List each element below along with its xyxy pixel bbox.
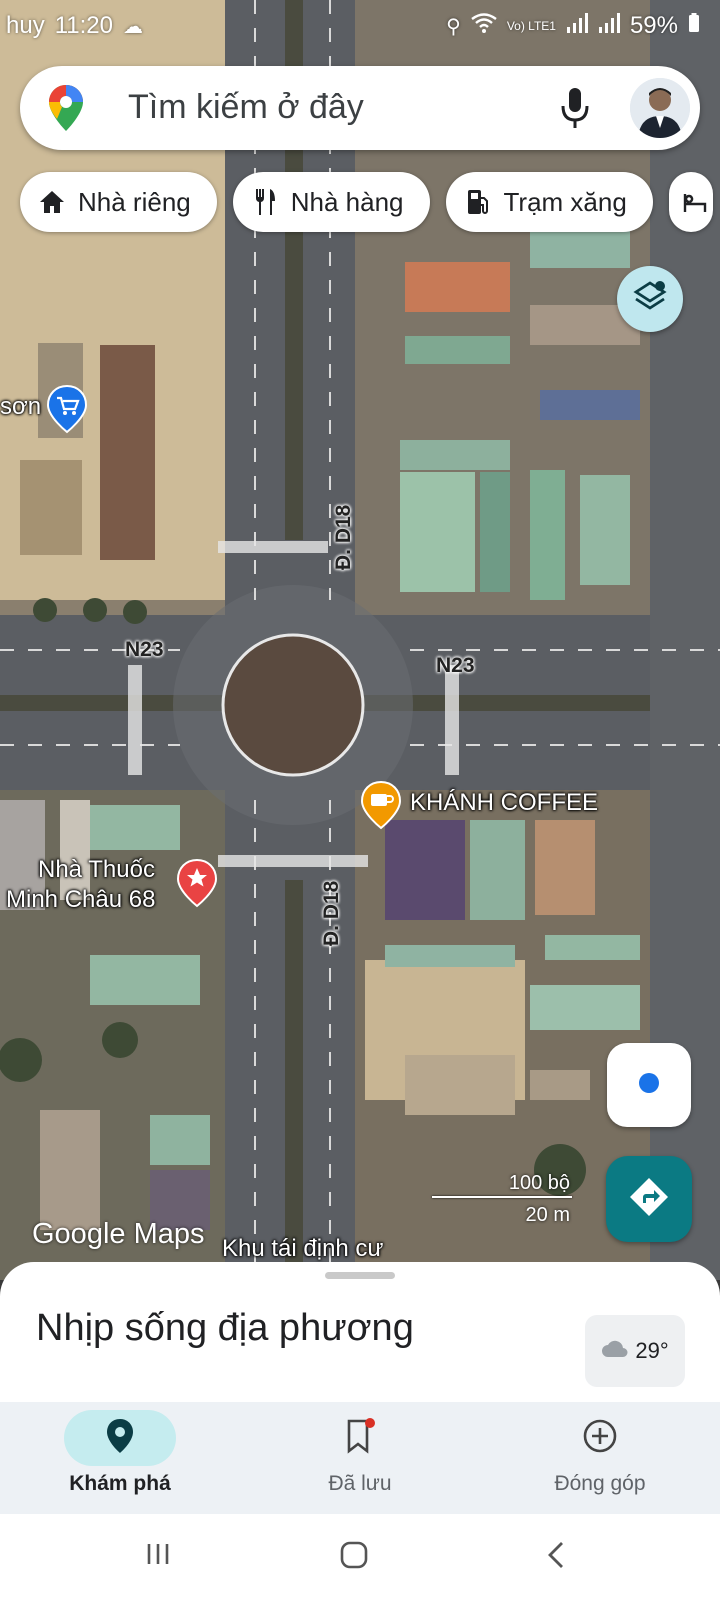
nav-explore-label: Khám phá <box>69 1472 171 1495</box>
poi-label-pharmacy-line1[interactable]: Nhà Thuốc <box>38 855 155 885</box>
map-scale: 100 bộ 20 m <box>432 1172 580 1242</box>
battery-icon <box>688 12 700 40</box>
nav-explore[interactable]: Khám phá <box>0 1402 240 1514</box>
my-location-icon <box>634 1068 664 1103</box>
location-status-icon: ⚲ <box>446 15 461 38</box>
status-bar: huy 11:20 ☁ ⚲ Vo) LTE1 59% <box>0 0 720 52</box>
clock: 11:20 <box>54 12 113 39</box>
poi-label-bottom-place[interactable]: Khu tái định cư <box>222 1234 384 1264</box>
home-icon <box>38 188 66 216</box>
battery-percent: 59% <box>629 12 678 39</box>
road-label-n23-right: N23 <box>436 654 475 677</box>
chip-restaurant[interactable]: Nhà hàng <box>232 172 430 232</box>
my-location-button[interactable] <box>607 1043 691 1127</box>
explore-pin-icon <box>106 1418 134 1459</box>
cloud-icon <box>601 1338 629 1364</box>
temperature: 29° <box>635 1338 669 1363</box>
road-label-d18-top: Đ. D18 <box>332 504 355 570</box>
directions-icon <box>628 1176 670 1223</box>
network-type: Vo) LTE1 <box>506 19 556 33</box>
nav-saved-pill <box>304 1410 416 1466</box>
microphone-icon[interactable] <box>560 86 590 135</box>
poi-label-shop[interactable]: sơn <box>0 392 41 422</box>
chip-more[interactable] <box>668 172 713 232</box>
recent-apps-icon[interactable] <box>144 1540 172 1573</box>
chip-restaurant-label: Nhà hàng <box>290 186 404 217</box>
poi-label-coffee[interactable]: KHÁNH COFFEE <box>410 788 598 818</box>
wifi-icon <box>471 13 497 39</box>
add-circle-icon <box>582 1418 618 1459</box>
layers-icon <box>632 279 668 320</box>
pharmacy-icon <box>176 858 218 908</box>
chip-gas-station-label: Trạm xăng <box>503 186 627 217</box>
home-button-icon[interactable] <box>339 1540 369 1575</box>
bottom-navigation: Khám phá Đã lưu Đóng góp <box>0 1402 720 1514</box>
nav-contribute-label: Đóng góp <box>554 1472 646 1495</box>
sheet-drag-handle[interactable] <box>325 1272 395 1279</box>
nav-saved[interactable]: Đã lưu <box>240 1402 480 1514</box>
category-chips: Nhà riêng Nhà hàng Trạm xăng <box>20 172 713 232</box>
signal-icon <box>566 13 588 39</box>
weather-badge[interactable]: 29° <box>585 1315 685 1387</box>
shopping-cart-icon <box>46 384 88 434</box>
search-bar[interactable]: Tìm kiếm ở đây <box>20 66 700 150</box>
chip-gas-station[interactable]: Trạm xăng <box>445 172 653 232</box>
road-label-n23-left: N23 <box>125 638 164 661</box>
poi-label-pharmacy-line2[interactable]: Minh Châu 68 <box>6 885 155 915</box>
chip-home-label: Nhà riêng <box>78 186 191 217</box>
coffee-cup-icon <box>360 780 402 830</box>
nav-contribute-pill <box>544 1410 656 1466</box>
sheet-title: Nhịp sống địa phương <box>36 1307 414 1349</box>
notification-icon: ☁ <box>122 15 143 38</box>
carrier-label: huy <box>6 12 45 39</box>
scale-imperial: 100 bộ <box>508 1172 570 1194</box>
road-label-d18-bottom: Đ. D18 <box>320 880 343 946</box>
restaurant-icon <box>251 188 279 216</box>
google-maps-pin-icon <box>48 84 84 137</box>
avatar[interactable] <box>630 78 690 138</box>
gas-station-icon <box>464 188 492 216</box>
bookmark-icon <box>344 1417 376 1460</box>
back-icon[interactable] <box>545 1540 567 1575</box>
layers-button[interactable] <box>617 266 683 332</box>
chip-home[interactable]: Nhà riêng <box>20 172 217 232</box>
scale-bar <box>432 1196 572 1198</box>
system-navigation-bar <box>0 1514 720 1600</box>
scale-metric: 20 m <box>525 1204 570 1226</box>
search-input[interactable]: Tìm kiếm ở đây <box>128 88 364 127</box>
nav-explore-pill <box>64 1410 176 1466</box>
nav-saved-label: Đã lưu <box>328 1472 392 1495</box>
google-maps-logo: Google Maps <box>32 1218 205 1250</box>
signal-icon-2 <box>598 13 620 39</box>
nav-contribute[interactable]: Đóng góp <box>480 1402 720 1514</box>
hotel-icon <box>683 188 707 216</box>
directions-button[interactable] <box>606 1156 692 1242</box>
